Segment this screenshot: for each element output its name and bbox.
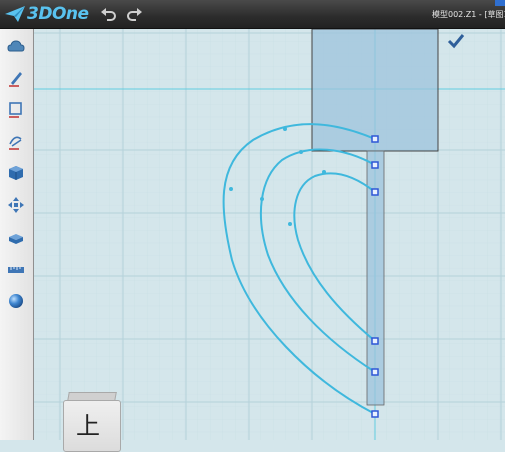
cloud-shape-icon bbox=[7, 40, 25, 52]
basic-edit-tool[interactable] bbox=[6, 195, 26, 215]
material-tool[interactable] bbox=[6, 291, 26, 311]
view-cube[interactable]: 上 bbox=[58, 392, 122, 452]
special-feature-tool[interactable] bbox=[6, 131, 26, 151]
sketch-tool[interactable] bbox=[6, 68, 26, 88]
measure-tool[interactable] bbox=[6, 260, 26, 280]
sphere-icon bbox=[9, 294, 23, 308]
sketch-edit-tool[interactable] bbox=[6, 99, 26, 119]
move-arrows-icon bbox=[8, 197, 24, 213]
sketch-square-icon bbox=[9, 102, 22, 118]
cube-icon bbox=[9, 166, 23, 180]
redo-button[interactable] bbox=[126, 5, 144, 23]
feature-modeling-tool[interactable] bbox=[6, 163, 26, 183]
curve-edit-icon bbox=[9, 136, 22, 150]
redo-icon bbox=[127, 8, 142, 21]
undo-icon bbox=[101, 8, 116, 21]
sketch-viewport[interactable] bbox=[34, 29, 505, 440]
combine-edit-tool[interactable] bbox=[6, 228, 26, 248]
document-title: 模型002.Z1 - [草图1 bbox=[432, 10, 505, 19]
undo-button[interactable] bbox=[99, 5, 117, 23]
confirm-button[interactable] bbox=[447, 33, 465, 49]
sketch-canvas[interactable] bbox=[34, 29, 505, 440]
combine-icon bbox=[9, 234, 23, 244]
pen-icon bbox=[9, 72, 22, 87]
title-bar: 3DOne 模型002.Z1 - [草图1 bbox=[0, 0, 505, 29]
app-logo: 3DOne bbox=[4, 4, 89, 24]
checkmark-icon bbox=[447, 34, 465, 49]
selected-rectangle-profile[interactable] bbox=[311, 29, 439, 152]
view-cube-label: 上 bbox=[76, 412, 100, 440]
basic-shapes-tool[interactable] bbox=[6, 37, 26, 57]
paper-plane-icon bbox=[5, 6, 25, 22]
left-toolbar bbox=[0, 29, 34, 440]
window-corner-indicator bbox=[495, 0, 505, 6]
ruler-icon bbox=[8, 267, 24, 273]
app-logo-text: 3DOne bbox=[27, 4, 89, 24]
